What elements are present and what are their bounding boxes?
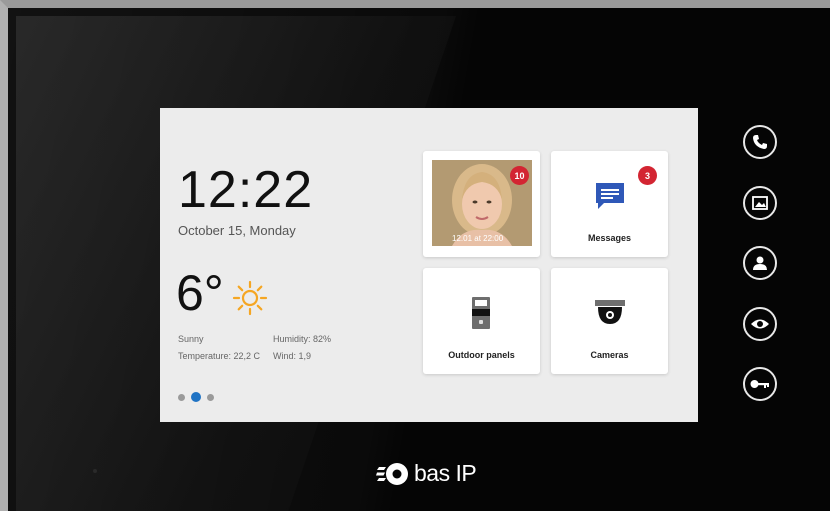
microphone-hole	[93, 469, 97, 473]
clock-time: 12:22	[178, 161, 314, 219]
eye-button[interactable]	[743, 307, 777, 341]
key-button[interactable]	[743, 367, 777, 401]
contact-button[interactable]	[743, 246, 777, 280]
missed-calls-badge: 10	[510, 166, 529, 185]
weather-temperature-detail: Temperature: 22,2 C	[178, 351, 261, 361]
photo-timestamp: 12.01 at 22:00	[452, 234, 504, 243]
key-icon	[750, 380, 769, 388]
weather-condition: Sunny	[178, 334, 204, 344]
dome-camera-icon	[595, 300, 625, 324]
messages-tile[interactable]: 3 Messages	[551, 151, 668, 257]
outdoor-panels-label: Outdoor panels	[448, 350, 515, 360]
page-dot-active[interactable]	[191, 392, 201, 402]
cameras-label: Cameras	[590, 350, 629, 360]
intercom-panel-icon	[472, 297, 490, 329]
phone-button[interactable]	[743, 125, 777, 159]
weather-temperature: 6°	[176, 265, 224, 321]
gallery-icon	[752, 196, 768, 210]
page-dot[interactable]	[178, 393, 185, 401]
cameras-tile[interactable]: Cameras	[551, 268, 668, 374]
weather-humidity: Humidity: 82%	[273, 334, 332, 344]
eye-icon	[751, 319, 769, 329]
message-icon	[596, 183, 624, 209]
outdoor-panels-tile[interactable]: Outdoor panels	[423, 268, 540, 374]
phone-icon	[753, 135, 767, 149]
sun-icon	[232, 280, 268, 316]
brand-name: bas IP	[414, 460, 477, 486]
intercom-device: 12:22 October 15, Monday 6° Sunny Humidi…	[0, 0, 830, 511]
weather-wind: Wind: 1,9	[273, 351, 312, 361]
gallery-button[interactable]	[743, 186, 777, 220]
page-dot[interactable]	[207, 393, 214, 401]
contact-icon	[753, 256, 767, 270]
page-indicator[interactable]	[178, 392, 214, 402]
clock-date: October 15, Monday	[178, 223, 296, 238]
messages-badge: 3	[638, 166, 657, 185]
touch-screen: 12:22 October 15, Monday 6° Sunny Humidi…	[160, 108, 698, 422]
bas-ip-logo-icon	[376, 462, 408, 485]
brand-logo: bas IP	[376, 460, 477, 487]
visitor-photo-tile[interactable]: 12.01 at 22:00 10	[423, 151, 540, 257]
messages-label: Messages	[587, 233, 632, 243]
